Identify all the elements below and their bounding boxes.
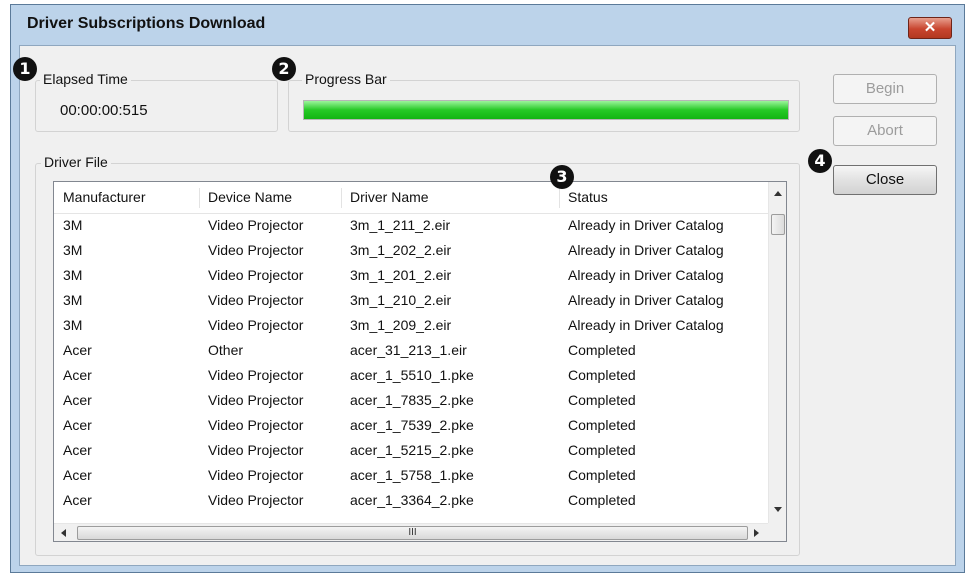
cell-device-name: Other bbox=[208, 342, 244, 358]
cell-driver-name: acer_1_3364_2.pke bbox=[350, 492, 474, 508]
table-row[interactable]: 3M Video Projector 3m_1_210_2.eir Already i… bbox=[54, 288, 768, 313]
abort-button[interactable]: Abort bbox=[833, 116, 937, 146]
cell-driver-name: acer_1_5215_2.pke bbox=[350, 442, 474, 458]
cell-status: Completed bbox=[568, 392, 636, 408]
cell-driver-name: 3m_1_201_2.eir bbox=[350, 267, 452, 283]
cell-driver-name: acer_1_7835_2.pke bbox=[350, 392, 474, 408]
cell-status: Completed bbox=[568, 342, 636, 358]
callout-badge-1: 1 bbox=[13, 57, 37, 81]
driver-file-list[interactable]: Manufacturer Device Name Driver Name Sta… bbox=[53, 181, 787, 542]
callout-badge-4: 4 bbox=[808, 149, 832, 173]
cell-device-name: Video Projector bbox=[208, 292, 304, 308]
progress-bar-label: Progress Bar bbox=[302, 71, 390, 87]
cell-manufacturer: Acer bbox=[63, 417, 92, 433]
vertical-scrollbar[interactable] bbox=[768, 182, 786, 523]
cell-device-name: Video Projector bbox=[208, 392, 304, 408]
cell-driver-name: 3m_1_209_2.eir bbox=[350, 317, 452, 333]
cell-device-name: Video Projector bbox=[208, 317, 304, 333]
cell-manufacturer: 3M bbox=[63, 217, 83, 233]
driver-subscriptions-dialog: Driver Subscriptions Download ✕ Elapsed … bbox=[10, 4, 965, 573]
cell-status: Completed bbox=[568, 492, 636, 508]
cell-status: Already in Driver Catalog bbox=[568, 217, 724, 233]
scroll-up-icon[interactable] bbox=[774, 191, 782, 196]
cell-status: Completed bbox=[568, 367, 636, 383]
title-bar: Driver Subscriptions Download ✕ bbox=[11, 5, 964, 45]
vertical-scroll-thumb[interactable] bbox=[771, 214, 785, 235]
begin-button[interactable]: Begin bbox=[833, 74, 937, 104]
close-button[interactable]: Close bbox=[833, 165, 937, 195]
cell-driver-name: acer_1_7539_2.pke bbox=[350, 417, 474, 433]
window-close-button[interactable]: ✕ bbox=[908, 17, 952, 39]
cell-device-name: Video Projector bbox=[208, 217, 304, 233]
column-header-device-name[interactable]: Device Name bbox=[199, 182, 341, 213]
cell-driver-name: 3m_1_211_2.eir bbox=[350, 217, 451, 233]
list-rows: 3M Video Projector 3m_1_211_2.eir Already i… bbox=[54, 213, 768, 513]
cell-manufacturer: 3M bbox=[63, 242, 83, 258]
cell-device-name: Video Projector bbox=[208, 492, 304, 508]
table-row[interactable]: 3M Video Projector 3m_1_209_2.eir Already i… bbox=[54, 313, 768, 338]
cell-status: Already in Driver Catalog bbox=[568, 267, 724, 283]
cell-status: Already in Driver Catalog bbox=[568, 317, 724, 333]
cell-manufacturer: Acer bbox=[63, 392, 92, 408]
cell-manufacturer: Acer bbox=[63, 367, 92, 383]
cell-driver-name: acer_1_5510_1.pke bbox=[350, 367, 474, 383]
scroll-right-icon[interactable] bbox=[754, 529, 759, 537]
column-header-status[interactable]: Status bbox=[559, 182, 768, 213]
progress-bar-fill bbox=[304, 101, 788, 119]
cell-status: Completed bbox=[568, 417, 636, 433]
cell-driver-name: acer_31_213_1.eir bbox=[350, 342, 467, 358]
cell-device-name: Video Projector bbox=[208, 442, 304, 458]
callout-badge-2: 2 bbox=[272, 57, 296, 81]
list-header: Manufacturer Device Name Driver Name Sta… bbox=[54, 182, 768, 214]
dialog-client-area: Elapsed Time 00:00:00:515 Progress Bar B… bbox=[19, 45, 956, 566]
cell-device-name: Video Projector bbox=[208, 467, 304, 483]
window-title: Driver Subscriptions Download bbox=[27, 15, 266, 32]
cell-manufacturer: Acer bbox=[63, 492, 92, 508]
cell-device-name: Video Projector bbox=[208, 267, 304, 283]
cell-status: Already in Driver Catalog bbox=[568, 242, 724, 258]
cell-manufacturer: 3M bbox=[63, 292, 83, 308]
driver-file-label: Driver File bbox=[41, 154, 111, 170]
elapsed-time-label: Elapsed Time bbox=[40, 71, 131, 87]
table-row[interactable]: Acer Video Projector acer_1_7539_2.pke Comp… bbox=[54, 413, 768, 438]
cell-driver-name: 3m_1_210_2.eir bbox=[350, 292, 452, 308]
cell-device-name: Video Projector bbox=[208, 417, 304, 433]
scroll-down-icon[interactable] bbox=[774, 507, 782, 512]
column-header-manufacturer[interactable]: Manufacturer bbox=[54, 182, 199, 213]
cell-status: Completed bbox=[568, 442, 636, 458]
cell-status: Already in Driver Catalog bbox=[568, 292, 724, 308]
cell-driver-name: acer_1_5758_1.pke bbox=[350, 467, 474, 483]
cell-status: Completed bbox=[568, 467, 636, 483]
elapsed-time-value: 00:00:00:515 bbox=[60, 102, 148, 119]
cell-manufacturer: 3M bbox=[63, 267, 83, 283]
cell-manufacturer: Acer bbox=[63, 467, 92, 483]
callout-badge-3: 3 bbox=[550, 165, 574, 189]
table-row[interactable]: Acer Other acer_31_213_1.eir Completed bbox=[54, 338, 768, 363]
progress-bar bbox=[303, 100, 789, 120]
table-row[interactable]: 3M Video Projector 3m_1_211_2.eir Already i… bbox=[54, 213, 768, 238]
cell-manufacturer: 3M bbox=[63, 317, 83, 333]
column-header-driver-name[interactable]: Driver Name bbox=[341, 182, 559, 213]
table-row[interactable]: 3M Video Projector 3m_1_201_2.eir Already i… bbox=[54, 263, 768, 288]
cell-device-name: Video Projector bbox=[208, 367, 304, 383]
table-row[interactable]: Acer Video Projector acer_1_3364_2.pke Comp… bbox=[54, 488, 768, 513]
table-row[interactable]: Acer Video Projector acer_1_7835_2.pke Comp… bbox=[54, 388, 768, 413]
horizontal-scrollbar[interactable]: III bbox=[54, 523, 768, 541]
cell-device-name: Video Projector bbox=[208, 242, 304, 258]
table-row[interactable]: Acer Video Projector acer_1_5510_1.pke Comp… bbox=[54, 363, 768, 388]
table-row[interactable]: 3M Video Projector 3m_1_202_2.eir Already i… bbox=[54, 238, 768, 263]
scroll-left-icon[interactable] bbox=[61, 529, 66, 537]
horizontal-scroll-thumb[interactable]: III bbox=[77, 526, 748, 540]
cell-driver-name: 3m_1_202_2.eir bbox=[350, 242, 452, 258]
table-row[interactable]: Acer Video Projector acer_1_5215_2.pke Comp… bbox=[54, 438, 768, 463]
cell-manufacturer: Acer bbox=[63, 442, 92, 458]
cell-manufacturer: Acer bbox=[63, 342, 92, 358]
scrollbar-corner bbox=[768, 523, 786, 541]
table-row[interactable]: Acer Video Projector acer_1_5758_1.pke Comp… bbox=[54, 463, 768, 488]
